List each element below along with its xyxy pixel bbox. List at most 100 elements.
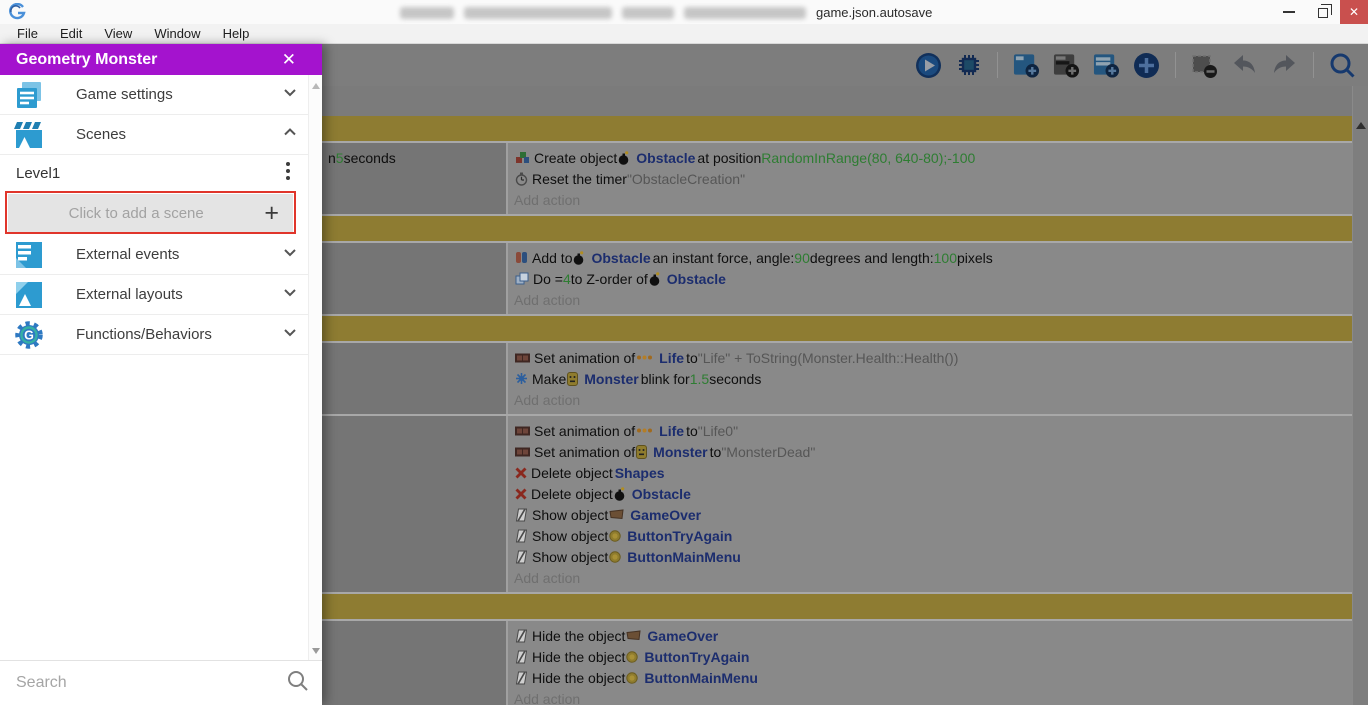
action-text: Set animation of xyxy=(534,349,636,366)
add-action-button[interactable]: Add action xyxy=(514,688,1352,705)
drawer-close-icon[interactable]: ✕ xyxy=(282,50,306,70)
action-line[interactable]: Show object ButtonMainMenu xyxy=(514,546,1352,567)
sidebar-item-external-layouts[interactable]: External layouts xyxy=(0,275,308,315)
object-link[interactable]: ButtonTryAgain xyxy=(625,528,734,544)
debug-icon[interactable] xyxy=(955,52,982,79)
search-icon[interactable] xyxy=(1329,52,1356,79)
conditions-cell[interactable] xyxy=(322,621,508,705)
comment-row[interactable] xyxy=(322,316,1352,341)
blurred-text xyxy=(400,6,454,19)
event-row[interactable]: Set animation of Life to "Life" + ToStri… xyxy=(322,341,1352,416)
delete-selection-icon[interactable] xyxy=(1191,52,1218,79)
object-link[interactable]: ButtonMainMenu xyxy=(642,670,760,686)
object-link[interactable]: Life xyxy=(657,423,686,439)
scene-item-level1[interactable]: Level1 xyxy=(0,155,308,191)
events-sheet[interactable]: n 5 seconds Create object Obstacle at pos… xyxy=(322,86,1368,705)
search-input[interactable] xyxy=(16,674,286,692)
add-subevent-icon[interactable] xyxy=(1053,52,1080,79)
action-line[interactable]: Hide the object GameOver xyxy=(514,625,1352,646)
action-line[interactable]: Delete object Obstacle xyxy=(514,483,1352,504)
menu-item-view[interactable]: View xyxy=(93,24,143,43)
conditions-cell[interactable]: n 5 seconds xyxy=(322,143,508,214)
obstacle-icon xyxy=(649,271,661,286)
condition-line[interactable]: n 5 seconds xyxy=(328,147,500,168)
add-circle-icon[interactable] xyxy=(1133,52,1160,79)
sidebar-item-external-events[interactable]: External events xyxy=(0,235,308,275)
action-line[interactable]: Set animation of Monster to "MonsterDead… xyxy=(514,441,1352,462)
actions-cell[interactable]: Hide the object GameOver Hide the object … xyxy=(508,621,1352,705)
sidebar-item-functions-behaviors[interactable]: G Functions/Behaviors xyxy=(0,315,308,355)
object-link[interactable]: Obstacle xyxy=(665,271,728,287)
object-link[interactable]: ButtonTryAgain xyxy=(642,649,751,665)
object-link[interactable]: Obstacle xyxy=(634,150,697,166)
object-link[interactable]: Shapes xyxy=(613,465,667,481)
action-line[interactable]: Set animation of Life to "Life" + ToStri… xyxy=(514,347,1352,368)
menu-item-file[interactable]: File xyxy=(6,24,49,43)
object-link[interactable]: Obstacle xyxy=(630,486,693,502)
action-line[interactable]: Reset the timer "ObstacleCreation" xyxy=(514,168,1352,189)
obstacle-icon xyxy=(618,150,630,165)
events-scrollbar[interactable] xyxy=(1352,86,1368,705)
object-link[interactable]: GameOver xyxy=(645,628,720,644)
event-row[interactable]: Set animation of Life to "Life0" Set anim… xyxy=(322,416,1352,594)
restore-button[interactable] xyxy=(1306,0,1340,24)
action-line[interactable]: Delete object Shapes xyxy=(514,462,1352,483)
menu-item-help[interactable]: Help xyxy=(212,24,261,43)
sidebar-item-scenes[interactable]: Scenes xyxy=(0,115,308,155)
add-action-button[interactable]: Add action xyxy=(514,289,1352,310)
action-line[interactable]: Hide the object ButtonTryAgain xyxy=(514,646,1352,667)
action-line[interactable]: Show object GameOver xyxy=(514,504,1352,525)
actions-cell[interactable]: Set animation of Life to "Life" + ToStri… xyxy=(508,343,1352,414)
action-text: Make xyxy=(532,370,567,387)
add-action-button[interactable]: Add action xyxy=(514,389,1352,410)
comment-row[interactable] xyxy=(322,216,1352,241)
comment-row[interactable] xyxy=(322,116,1352,141)
object-link[interactable]: Obstacle xyxy=(589,250,652,266)
add-event-icon[interactable] xyxy=(1013,52,1040,79)
conditions-cell[interactable] xyxy=(322,416,508,592)
action-line[interactable]: Do = 4 to Z-order of Obstacle xyxy=(514,268,1352,289)
object-link[interactable]: Monster xyxy=(582,371,640,387)
minimize-icon xyxy=(1283,11,1295,13)
event-row[interactable]: Add to Obstacle an instant force, angle:… xyxy=(322,241,1352,316)
scroll-up-icon[interactable] xyxy=(1356,122,1366,129)
scroll-up-icon[interactable] xyxy=(312,83,320,89)
kebab-menu-icon[interactable] xyxy=(278,159,298,188)
delete-icon xyxy=(515,467,527,479)
menu-item-window[interactable]: Window xyxy=(143,24,211,43)
add-scene-button[interactable]: Click to add a scene + xyxy=(8,194,293,232)
undo-icon[interactable] xyxy=(1231,52,1258,79)
action-text: pixels xyxy=(956,249,993,266)
drawer-scrollbar[interactable] xyxy=(308,75,322,660)
add-comment-icon[interactable] xyxy=(1093,52,1120,79)
sidebar-item-label: External events xyxy=(76,246,180,263)
comment-row[interactable] xyxy=(322,594,1352,619)
action-line[interactable]: Add to Obstacle an instant force, angle:… xyxy=(514,247,1352,268)
action-text: to xyxy=(686,422,698,439)
actions-cell[interactable]: Add to Obstacle an instant force, angle:… xyxy=(508,243,1352,314)
event-row[interactable]: n 5 seconds Create object Obstacle at pos… xyxy=(322,141,1352,216)
conditions-cell[interactable] xyxy=(322,343,508,414)
scroll-down-icon[interactable] xyxy=(312,648,320,654)
add-action-button[interactable]: Add action xyxy=(514,189,1352,210)
add-action-button[interactable]: Add action xyxy=(514,567,1352,588)
object-link[interactable]: ButtonMainMenu xyxy=(625,549,743,565)
object-link[interactable]: GameOver xyxy=(628,507,703,523)
event-row[interactable]: Hide the object GameOver Hide the object … xyxy=(322,619,1352,705)
menu-item-edit[interactable]: Edit xyxy=(49,24,93,43)
action-line[interactable]: Show object ButtonTryAgain xyxy=(514,525,1352,546)
object-link[interactable]: Monster xyxy=(651,444,709,460)
sidebar-item-game-settings[interactable]: Game settings xyxy=(0,75,308,115)
action-line[interactable]: Create object Obstacle at position Rando… xyxy=(514,147,1352,168)
close-window-button[interactable]: ✕ xyxy=(1340,0,1368,24)
conditions-cell[interactable] xyxy=(322,243,508,314)
play-icon[interactable] xyxy=(915,52,942,79)
actions-cell[interactable]: Create object Obstacle at position Rando… xyxy=(508,143,1352,214)
minimize-button[interactable] xyxy=(1272,0,1306,24)
object-link[interactable]: Life xyxy=(657,350,686,366)
redo-icon[interactable] xyxy=(1271,52,1298,79)
action-line[interactable]: Set animation of Life to "Life0" xyxy=(514,420,1352,441)
actions-cell[interactable]: Set animation of Life to "Life0" Set anim… xyxy=(508,416,1352,592)
action-line[interactable]: Make Monster blink for 1.5 seconds xyxy=(514,368,1352,389)
action-line[interactable]: Hide the object ButtonMainMenu xyxy=(514,667,1352,688)
